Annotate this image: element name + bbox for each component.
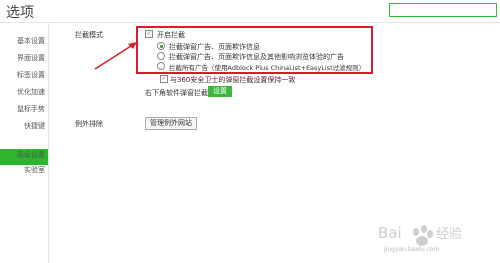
- sync-360-label: 与360安全卫士的弹窗拦截设置保持一致: [170, 76, 296, 84]
- sync-360-checkbox[interactable]: ✓: [160, 75, 168, 83]
- svg-text:Bai: Bai: [378, 224, 402, 242]
- bottom-right-popup-label: 右下角软件弹窗拦截: [145, 89, 208, 97]
- watermark-text: jingyan.baidu.com: [384, 246, 440, 253]
- exclusion-label: 例外排除: [75, 120, 103, 128]
- svg-text:经验: 经验: [436, 226, 462, 242]
- manage-exceptions-button[interactable]: 管理例外网站: [145, 117, 197, 130]
- baidu-paw-logo: Bai 经验: [378, 224, 462, 246]
- settings-button[interactable]: 设置: [208, 86, 232, 97]
